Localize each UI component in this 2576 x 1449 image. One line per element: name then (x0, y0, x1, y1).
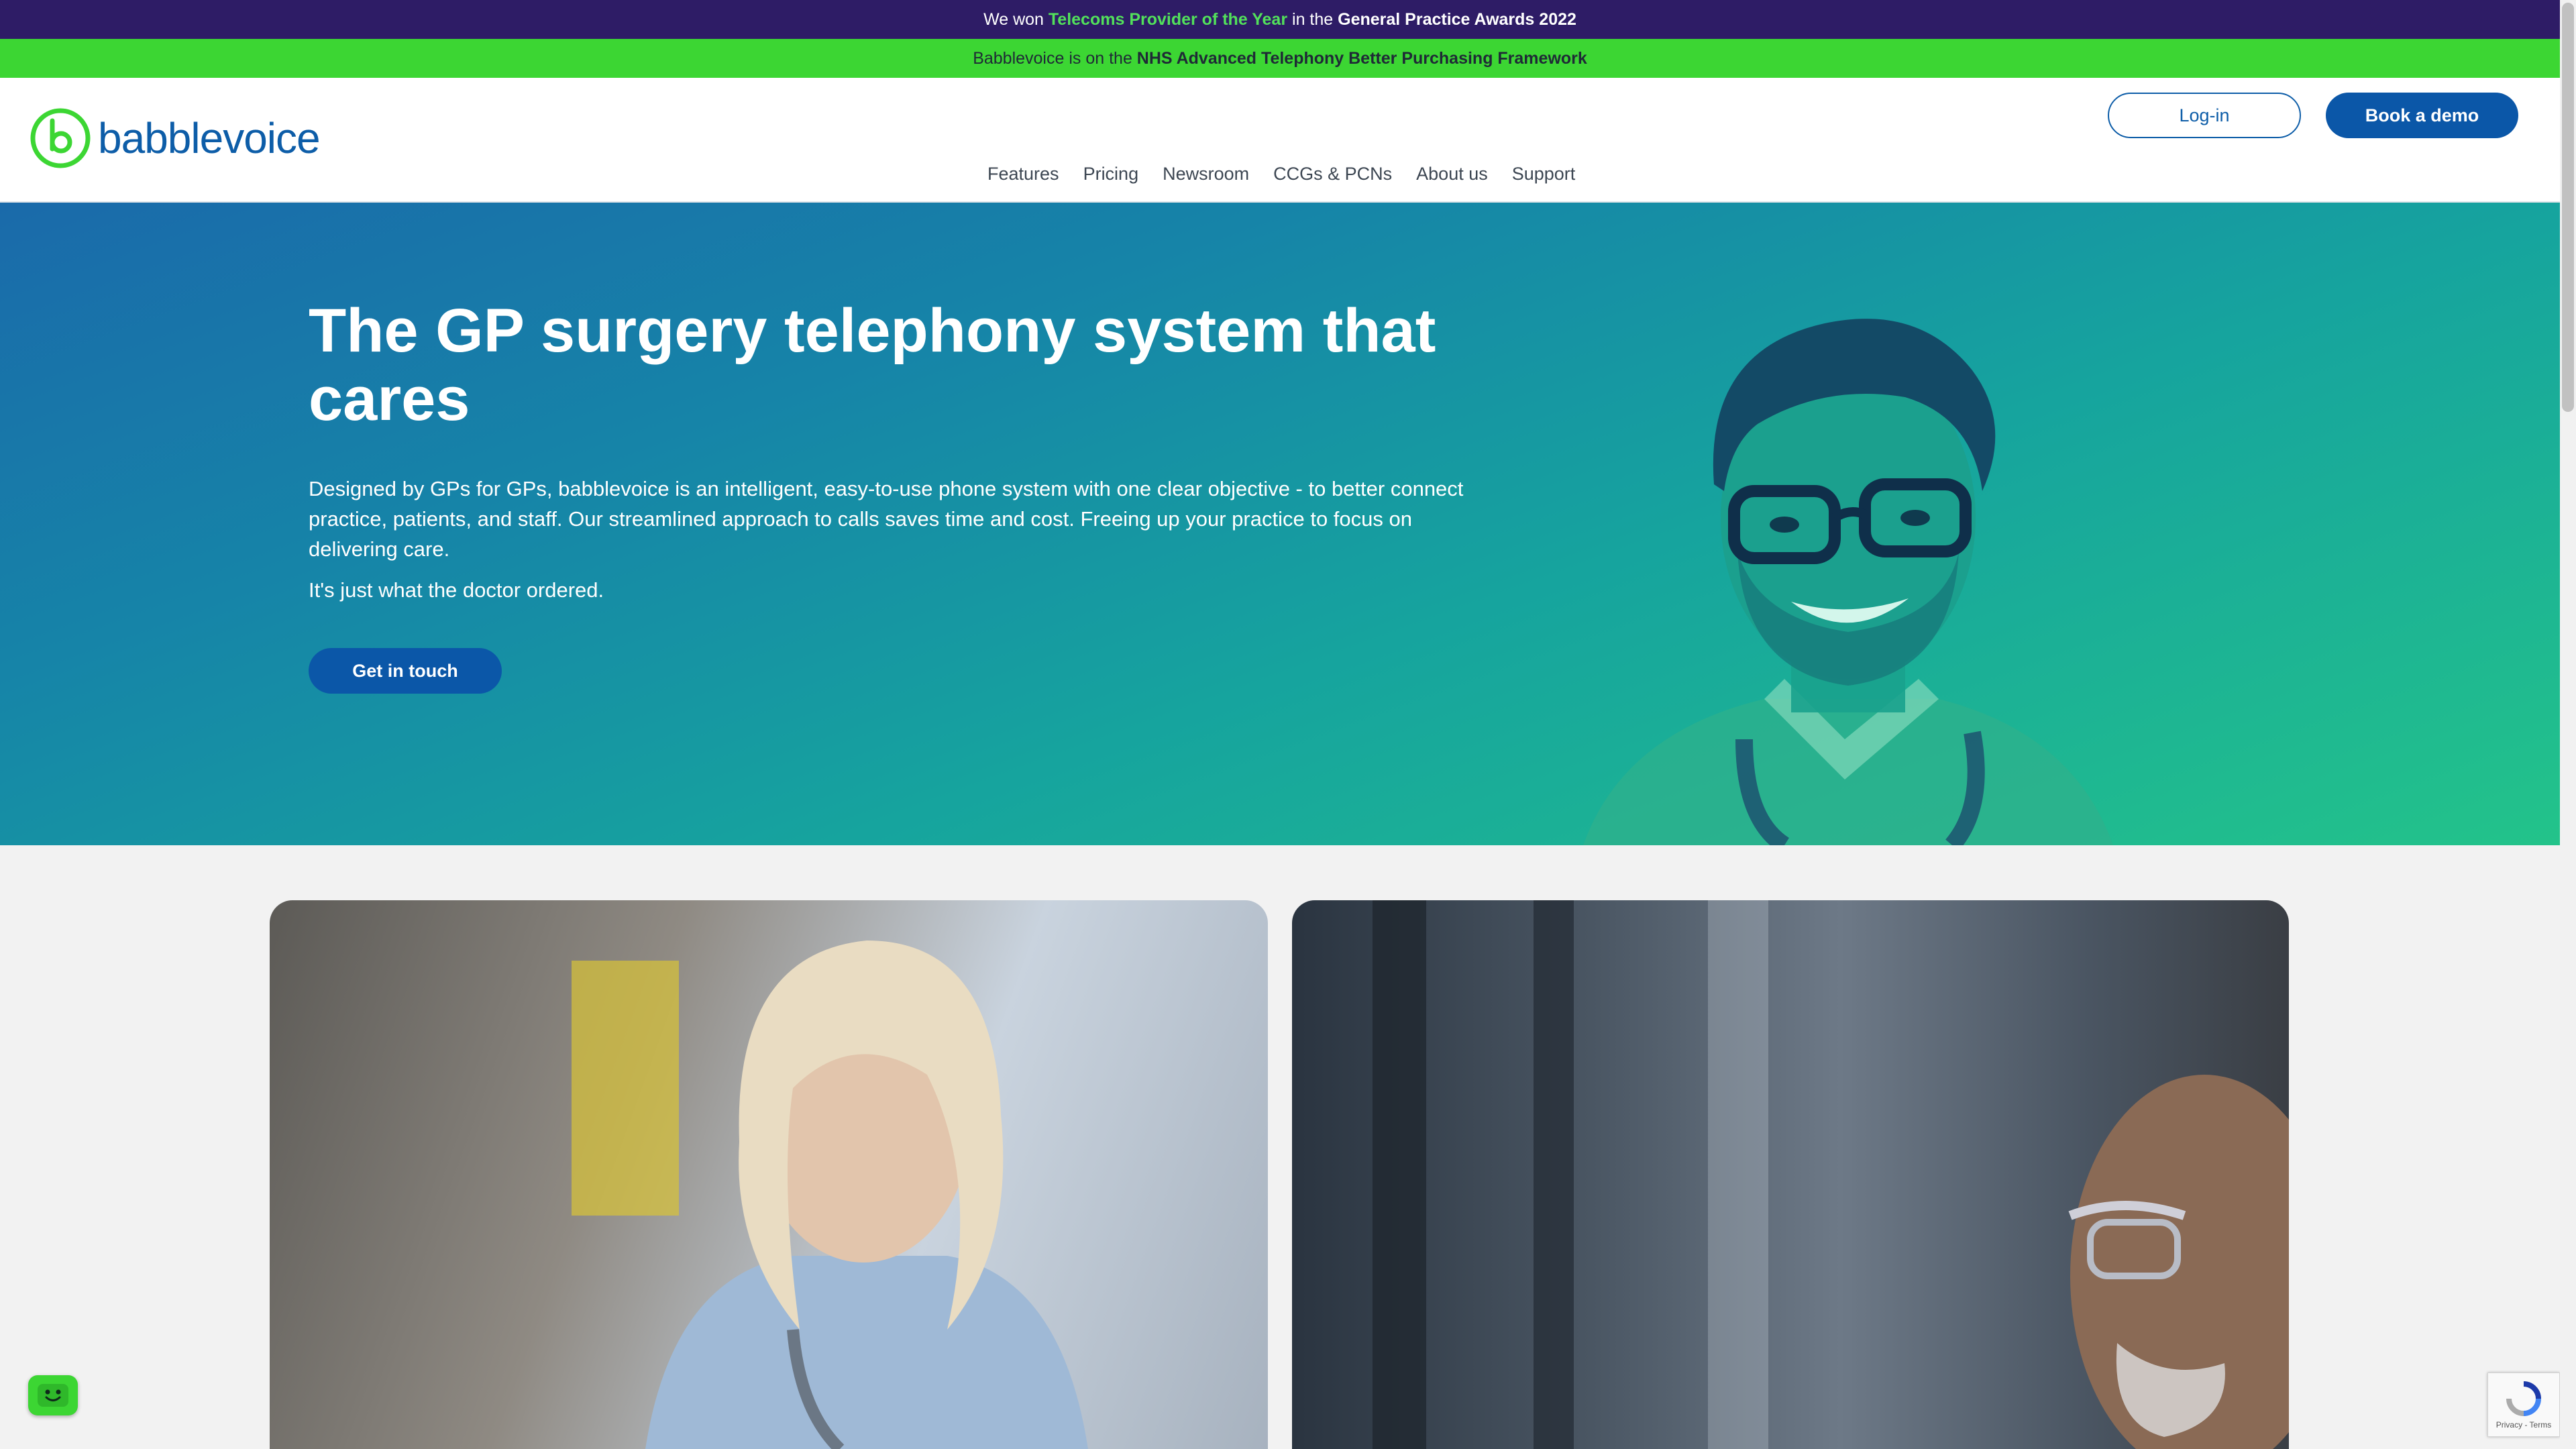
gp-card-image-left (270, 900, 1268, 1449)
recaptcha-icon (2506, 1381, 2541, 1416)
main-nav: Features Pricing Newsroom CCGs & PCNs Ab… (987, 164, 1575, 184)
award-announcement-bar: We won Telecoms Provider of the Year in … (0, 0, 2560, 39)
award-middle-text: in the (1287, 9, 1338, 29)
recaptcha-badge[interactable]: Privacy - Terms (2487, 1373, 2560, 1437)
babblevoice-logo-icon (30, 108, 91, 168)
gp-card-image-right (1292, 900, 2289, 1449)
hero-tagline: It's just what the doctor ordered. (309, 578, 604, 602)
chat-face-icon (38, 1384, 68, 1407)
female-gp-photo (572, 941, 1088, 1449)
scrollbar-thumb[interactable] (2562, 3, 2574, 412)
site-header: babblevoice Log-in Book a demo Features … (0, 78, 2560, 203)
nav-item-newsroom[interactable]: Newsroom (1163, 164, 1249, 184)
framework-name-text: NHS Advanced Telephony Better Purchasing… (1136, 48, 1587, 68)
framework-prefix-text: Babblevoice is on the (973, 48, 1137, 68)
nav-item-features[interactable]: Features (987, 164, 1059, 184)
male-patient-photo (1373, 900, 2289, 1449)
nav-item-ccgs-pcns[interactable]: CCGs & PCNs (1273, 164, 1392, 184)
hero-title: The GP surgery telephony system that car… (309, 297, 1436, 433)
logo-link[interactable]: babblevoice (30, 107, 321, 169)
login-button[interactable]: Log-in (2108, 93, 2301, 138)
award-prefix-text: We won (983, 9, 1049, 29)
nav-item-support[interactable]: Support (1512, 164, 1576, 184)
framework-announcement-bar: Babblevoice is on the NHS Advanced Telep… (0, 39, 2560, 78)
chat-widget-button[interactable] (28, 1375, 78, 1415)
hero-description: Designed by GPs for GPs, babblevoice is … (309, 477, 1464, 561)
logo-text: babblevoice (98, 114, 321, 162)
recaptcha-terms-text[interactable]: Privacy - Terms (2496, 1420, 2551, 1430)
get-in-touch-button[interactable]: Get in touch (309, 648, 502, 694)
book-demo-button[interactable]: Book a demo (2326, 93, 2518, 138)
award-event-text: General Practice Awards 2022 (1338, 9, 1576, 29)
nav-item-about-us[interactable]: About us (1416, 164, 1488, 184)
nav-item-pricing[interactable]: Pricing (1083, 164, 1139, 184)
doctor-photo (1583, 319, 2113, 845)
hero-section: The GP surgery telephony system that car… (0, 203, 2560, 845)
award-highlight-text: Telecoms Provider of the Year (1048, 9, 1288, 29)
